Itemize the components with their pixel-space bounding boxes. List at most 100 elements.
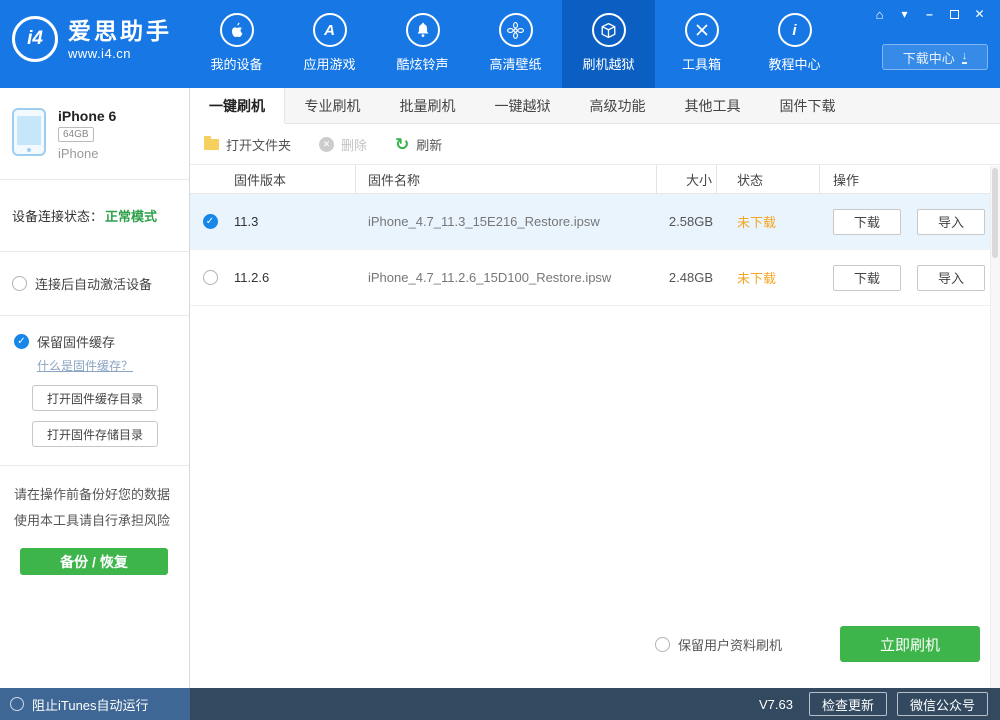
download-firmware-button[interactable]: 下载: [833, 264, 901, 291]
close-icon[interactable]: [967, 4, 992, 24]
connection-label: 设备连接状态：: [12, 209, 104, 224]
header-size: 大小: [657, 164, 717, 194]
refresh-icon: [395, 137, 409, 152]
nav-item-my-devices[interactable]: 我的设备: [190, 0, 283, 88]
nav-label: 刷机越狱: [582, 57, 635, 72]
firmware-name: iPhone_4.7_11.2.6_15D100_Restore.ipsw: [368, 270, 612, 285]
header-status: 状态: [717, 164, 820, 194]
auto-activate-radio[interactable]: [12, 276, 27, 291]
what-is-cache-link[interactable]: 什么是固件缓存？: [37, 357, 133, 374]
delete-circle-x-icon: [319, 136, 335, 152]
open-cache-dir-button[interactable]: 打开固件缓存目录: [32, 385, 158, 411]
tab-other-tools[interactable]: 其他工具: [665, 88, 760, 123]
flash-now-button[interactable]: 立即刷机: [840, 626, 980, 662]
statusbar: 阻止iTunes自动运行 V7.63 检查更新 微信公众号: [0, 688, 1000, 720]
delete-button[interactable]: 删除: [319, 135, 367, 154]
firmware-cache-section: 保留固件缓存 什么是固件缓存？ 打开固件缓存目录 打开固件存储目录: [0, 316, 189, 466]
header-firmware-version: 固件版本: [230, 164, 356, 194]
wechat-account-button[interactable]: 微信公众号: [896, 692, 988, 716]
check-update-button[interactable]: 检查更新: [808, 692, 887, 716]
crossed-tools-icon: [684, 13, 719, 47]
row-radio-checked-icon[interactable]: [202, 214, 218, 229]
header-firmware-name: 固件名称: [356, 164, 657, 194]
backup-restore-button[interactable]: 备份 / 恢复: [20, 548, 168, 575]
logo-text: i4: [27, 28, 43, 49]
import-firmware-button[interactable]: 导入: [917, 264, 985, 291]
warning-line-2: 使用本工具请自行承担风险: [14, 513, 171, 528]
status-badge: 未下载: [737, 271, 777, 286]
app-version: V7.63: [758, 696, 793, 712]
flash-tabs: 一键刷机 专业刷机 批量刷机 一键越狱 高级功能 其他工具 固件下载: [190, 88, 1000, 124]
tab-pro-flash[interactable]: 专业刷机: [285, 88, 380, 123]
brand-block: 爱思助手 www.i4.cn: [68, 18, 172, 61]
scrollbar-thumb[interactable]: [992, 168, 998, 258]
download-center-button[interactable]: 下载中心: [882, 44, 988, 70]
keep-user-data-radio[interactable]: [654, 636, 670, 652]
apple-icon: [219, 13, 254, 47]
tab-firmware-download[interactable]: 固件下载: [760, 88, 855, 123]
device-name: iPhone 6: [58, 108, 117, 124]
status-badge: 未下载: [737, 215, 777, 230]
open-folder-button[interactable]: 打开文件夹: [204, 135, 291, 154]
open-folder-label: 打开文件夹: [226, 137, 292, 153]
nav-label: 教程中心: [768, 57, 821, 72]
refresh-label: 刷新: [416, 137, 443, 153]
download-center-label: 下载中心: [902, 50, 955, 66]
package-box-icon: [591, 13, 626, 47]
nav-item-toolbox[interactable]: 工具箱: [655, 0, 748, 88]
block-itunes-radio[interactable]: [10, 697, 24, 711]
auto-activate-option[interactable]: 连接后自动激活设备: [0, 252, 189, 316]
nav-item-ringtones[interactable]: 酷炫铃声: [376, 0, 469, 88]
tab-one-click-jailbreak[interactable]: 一键越狱: [475, 88, 570, 123]
block-itunes-option[interactable]: 阻止iTunes自动运行: [0, 688, 190, 720]
nav-label: 我的设备: [210, 57, 263, 72]
delete-label: 删除: [341, 137, 368, 153]
tab-one-click-flash[interactable]: 一键刷机: [190, 88, 285, 123]
sidebar: iPhone 6 64GB iPhone 设备连接状态： 正常模式 连接后自动激活…: [0, 88, 190, 688]
firmware-size: 2.58GB: [668, 214, 713, 229]
app-store-icon: A: [312, 13, 347, 47]
logo-icon: i4: [12, 16, 58, 62]
device-info: iPhone 6 64GB iPhone: [0, 88, 189, 180]
keep-cache-radio-checked-icon[interactable]: [14, 334, 29, 349]
open-storage-dir-button[interactable]: 打开固件存储目录: [32, 421, 158, 447]
download-firmware-button[interactable]: 下载: [833, 208, 901, 235]
header-select-column: [190, 165, 230, 194]
nav-item-apps-games[interactable]: A 应用游戏: [283, 0, 376, 88]
tab-advanced[interactable]: 高级功能: [570, 88, 665, 123]
brand-site: www.i4.cn: [68, 45, 132, 61]
nav-item-tutorials[interactable]: i 教程中心: [748, 0, 841, 88]
window-controls: [867, 4, 992, 24]
refresh-button[interactable]: 刷新: [395, 135, 442, 154]
keep-cache-option[interactable]: 保留固件缓存: [14, 332, 177, 351]
device-text: iPhone 6 64GB iPhone: [58, 108, 116, 161]
connection-value: 正常模式: [105, 209, 158, 224]
nav-item-wallpapers[interactable]: 高清壁纸: [469, 0, 562, 88]
import-firmware-button[interactable]: 导入: [917, 208, 985, 235]
info-icon: i: [777, 13, 812, 47]
block-itunes-label: 阻止iTunes自动运行: [32, 697, 149, 713]
connection-status: 设备连接状态： 正常模式: [0, 180, 189, 252]
firmware-size: 2.48GB: [668, 270, 713, 285]
firmware-row-11-2-6[interactable]: 11.2.6 iPhone_4.7_11.2.6_15D100_Restore.…: [190, 250, 1000, 306]
tab-batch-flash[interactable]: 批量刷机: [380, 88, 475, 123]
menu-arrow-icon[interactable]: [892, 4, 917, 24]
firmware-row-11-3[interactable]: 11.3 iPhone_4.7_11.3_15E216_Restore.ipsw…: [190, 194, 1000, 250]
minimize-icon[interactable]: [917, 4, 942, 24]
theme-icon[interactable]: [867, 4, 892, 24]
firmware-toolbar: 打开文件夹 删除 刷新: [190, 124, 1000, 165]
header-operation: 操作: [833, 172, 860, 188]
keep-cache-label: 保留固件缓存: [37, 335, 116, 350]
nav-label: 应用游戏: [303, 57, 356, 72]
maximize-icon[interactable]: [942, 4, 967, 24]
flash-action-bar: 保留用户资料刷机 立即刷机: [190, 600, 1000, 688]
app-window: i4 爱思助手 www.i4.cn 我的设备 A 应用游戏 酷炫铃声 高清壁纸 …: [0, 0, 1000, 720]
device-capacity-badge: 64GB: [58, 127, 94, 142]
scrollbar[interactable]: [990, 166, 1000, 688]
nav-item-flash-jailbreak[interactable]: 刷机越狱: [562, 0, 655, 88]
main-panel: 一键刷机 专业刷机 批量刷机 一键越狱 高级功能 其他工具 固件下载 打开文件夹…: [190, 88, 1000, 688]
row-radio[interactable]: [202, 270, 218, 285]
folder-icon: [204, 135, 219, 150]
keep-user-data-option[interactable]: 保留用户资料刷机: [654, 635, 782, 654]
